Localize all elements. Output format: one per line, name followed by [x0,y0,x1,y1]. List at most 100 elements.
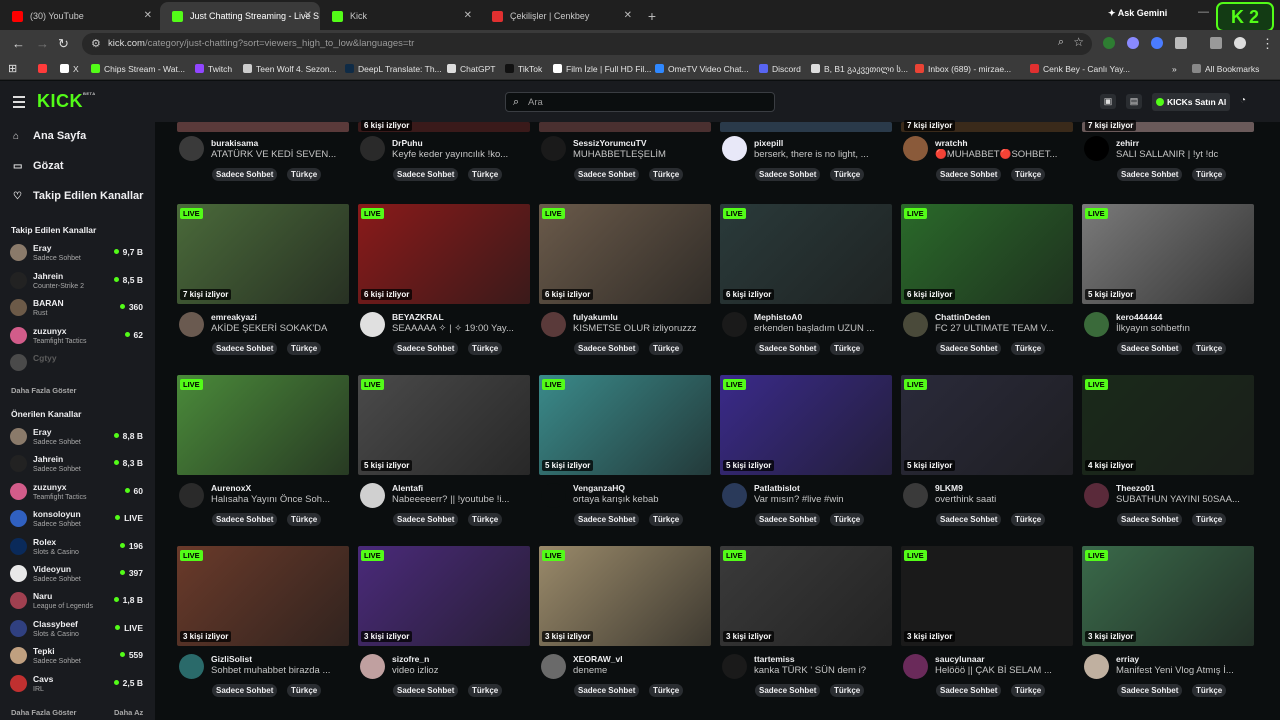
stream-title[interactable]: ATATÜRK VE KEDİ SEVEN... [211,149,349,160]
bookmark-item[interactable]: B, B1 გაკვეთილი ს... [811,58,908,80]
tag-chat[interactable]: Sadece Sohbet [1117,684,1183,697]
tag-language[interactable]: Türkçe [649,684,684,697]
tag-language[interactable]: Türkçe [287,684,322,697]
tag-language[interactable]: Türkçe [830,168,865,181]
stream-thumbnail[interactable]: LIVE 7 kişi izliyor [177,204,349,304]
stream-card[interactable]: LIVE 6 kişi izliyor fulyakumlu KISMETSE OLU… [539,204,711,364]
tag-language[interactable]: Türkçe [468,342,503,355]
stream-card[interactable]: LIVE 3 kişi izliyor XEORAW_vl deneme Sadece … [539,546,711,706]
stream-title[interactable]: ortaya karışık kebab [573,494,711,505]
show-less-link[interactable]: Daha Az [114,708,143,717]
channel-name[interactable]: sizofre_n [392,654,429,664]
tag-chat[interactable]: Sadece Sohbet [1117,513,1183,526]
tag-chat[interactable]: Sadece Sohbet [755,342,821,355]
channel-avatar[interactable] [360,483,385,508]
stream-card[interactable]: LIVE 3 kişi izliyor saucylunaar Helööö || Ç… [901,546,1073,706]
tag-chat[interactable]: Sadece Sohbet [936,513,1002,526]
stream-card[interactable]: LIVE 3 kişi izliyor sizofre_n video izlioz S… [358,546,530,706]
channel-avatar[interactable] [541,483,566,508]
tag-language[interactable]: Türkçe [649,168,684,181]
tag-language[interactable]: Türkçe [1192,342,1227,355]
tag-language[interactable]: Türkçe [1011,513,1046,526]
stream-thumbnail[interactable]: LIVE 6 kişi izliyor [720,204,892,304]
back-icon[interactable]: ← [12,37,25,50]
stream-thumbnail[interactable] [539,122,711,132]
channel-name[interactable]: wratchh [935,138,968,148]
channel-name[interactable]: pixepill [754,138,783,148]
tag-chat[interactable]: Sadece Sohbet [212,684,278,697]
tag-chat[interactable]: Sadece Sohbet [936,168,1002,181]
stream-title[interactable]: SUBATHUN YAYINI 50SAA... [1116,494,1254,505]
tag-language[interactable]: Türkçe [1011,342,1046,355]
tag-language[interactable]: Türkçe [468,513,503,526]
channel-name[interactable]: SessizYorumcuTV [573,138,647,148]
tag-chat[interactable]: Sadece Sohbet [755,513,821,526]
tag-chat[interactable]: Sadece Sohbet [936,684,1002,697]
stream-title[interactable]: MUHABBETLEŞELİM [573,149,711,160]
kick-logo[interactable]: KICKBETA [37,91,96,112]
channel-name[interactable]: Alentafi [392,483,423,493]
channel-avatar[interactable] [179,136,204,161]
sidebar-channel[interactable]: zuzunyx Teamfight Tactics 60 [10,479,146,505]
profile-icon[interactable] [1234,37,1246,49]
tag-language[interactable]: Türkçe [287,342,322,355]
tag-chat[interactable]: Sadece Sohbet [936,342,1002,355]
tag-chat[interactable]: Sadece Sohbet [212,513,278,526]
close-tab-icon[interactable]: ✕ [144,2,152,30]
close-tab-icon[interactable]: ✕ [464,2,472,30]
sidebar-channel[interactable]: Cavs IRL 2,5 B [10,671,146,697]
tag-chat[interactable]: Sadece Sohbet [755,684,821,697]
stream-card[interactable]: LIVE 6 kişi izliyor ChattinDeden FC 27 ULTI… [901,204,1073,364]
user-avatar[interactable]: ◔ [1240,95,1256,109]
show-more-link[interactable]: Daha Fazla Göster [11,708,76,717]
layout-icon[interactable]: ▤ [1126,94,1142,109]
sidebar-channel[interactable]: BARAN Rust 360 [10,295,146,321]
stream-title[interactable]: Manifest Yeni Vlog Atmış İ... [1116,665,1254,676]
stream-title[interactable]: video izlioz [392,665,530,676]
theater-icon[interactable]: ▣ [1100,94,1116,109]
tag-language[interactable]: Türkçe [287,168,322,181]
sidebar-channel[interactable]: Jahrein Sadece Sohbet 8,3 B [10,451,146,477]
buy-kicks-button[interactable]: KICKs Satın Al [1152,93,1230,111]
tag-chat[interactable]: Sadece Sohbet [1117,342,1183,355]
channel-name[interactable]: 9LKM9 [935,483,963,493]
channel-avatar[interactable] [903,136,928,161]
stream-card[interactable]: LIVE 6 kişi izliyor BEYAZKRAL SEAAAAA ✧ | ✧… [358,204,530,364]
extension-icon[interactable] [1103,37,1115,49]
sidebar-channel[interactable]: Classybeef Slots & Casino LIVE [10,616,146,642]
stream-title[interactable]: SEAAAAA ✧ | ✧ 19:00 Yay... [392,323,530,334]
search-input[interactable]: ⌕ Ara [505,92,775,112]
stream-thumbnail[interactable]: LIVE 3 kişi izliyor [901,546,1073,646]
stream-card[interactable]: LIVE 6 kişi izliyor MephistoA0 erkenden baş… [720,204,892,364]
channel-avatar[interactable] [722,483,747,508]
browser-tab[interactable]: (30) YouTube ✕ [0,2,160,30]
channel-name[interactable]: AurenoxX [211,483,251,493]
stream-thumbnail[interactable]: LIVE 6 kişi izliyor [358,204,530,304]
channel-name[interactable]: BEYAZKRAL [392,312,444,322]
channel-avatar[interactable] [903,654,928,679]
minimize-icon[interactable]: — [1198,6,1209,18]
stream-thumbnail[interactable]: LIVE 4 kişi izliyor [1082,375,1254,475]
menu-icon[interactable] [13,96,25,111]
channel-name[interactable]: DrPuhu [392,138,423,148]
channel-avatar[interactable] [722,654,747,679]
extension-icon[interactable] [1151,37,1163,49]
stream-title[interactable]: KISMETSE OLUR izliyoruzzz [573,323,711,334]
tag-chat[interactable]: Sadece Sohbet [393,168,459,181]
tag-chat[interactable]: Sadece Sohbet [574,342,640,355]
zoom-icon[interactable]: ⌕ [1058,36,1064,49]
stream-title[interactable]: Nabeeeeerr? || !youtube !i... [392,494,530,505]
tag-chat[interactable]: Sadece Sohbet [393,513,459,526]
tag-chat[interactable]: Sadece Sohbet [755,168,821,181]
new-tab-icon[interactable]: + [640,2,664,30]
stream-title[interactable]: Helööö || ÇAK Bİ SELAM ... [935,665,1073,676]
tag-chat[interactable]: Sadece Sohbet [574,168,640,181]
channel-avatar[interactable] [179,654,204,679]
tag-chat[interactable]: Sadece Sohbet [1117,168,1183,181]
stream-title[interactable]: FC 27 ULTIMATE TEAM V... [935,323,1073,334]
bookmark-star-icon[interactable]: ☆ [1073,35,1084,49]
channel-name[interactable]: VenganzaHQ [573,483,625,493]
channel-name[interactable]: Theezo01 [1116,483,1155,493]
stream-title[interactable]: SALI SALLANIR | !yt !dc [1116,149,1254,160]
stream-thumbnail[interactable]: LIVE 5 kişi izliyor [358,375,530,475]
